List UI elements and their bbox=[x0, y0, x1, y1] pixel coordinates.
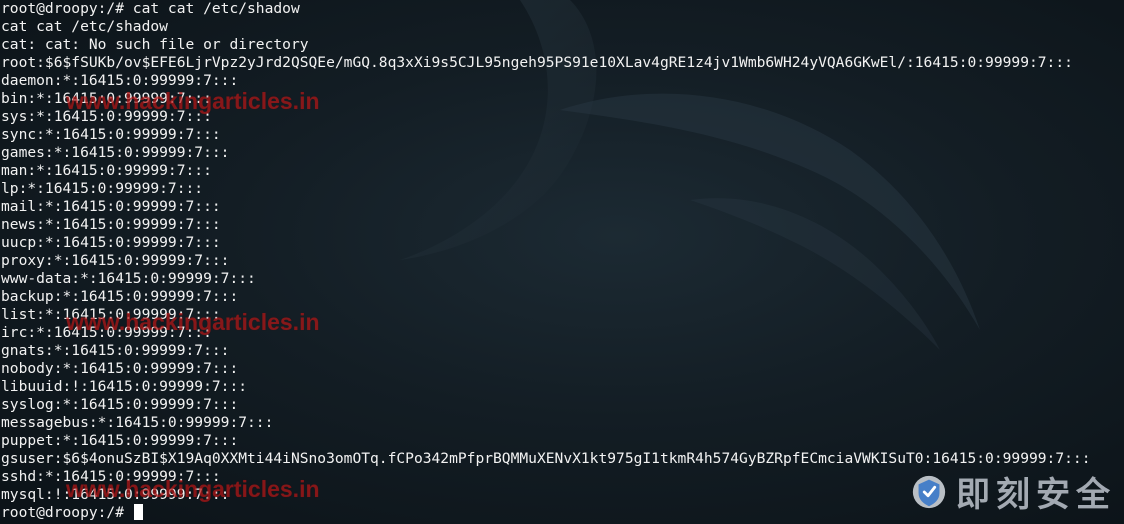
terminal-line: root:$6$fSUKb/ov$EFE6LjrVpz2yJrd2QSQEe/m… bbox=[1, 54, 1073, 71]
terminal-prompt: root@droopy:/# bbox=[1, 504, 133, 521]
terminal-line: list:*:16415:0:99999:7::: bbox=[1, 306, 221, 323]
terminal-line: libuuid:!:16415:0:99999:7::: bbox=[1, 378, 248, 395]
terminal-line: syslog:*:16415:0:99999:7::: bbox=[1, 396, 239, 413]
terminal-line: games:*:16415:0:99999:7::: bbox=[1, 144, 230, 161]
terminal-line: mail:*:16415:0:99999:7::: bbox=[1, 198, 221, 215]
terminal-line: puppet:*:16415:0:99999:7::: bbox=[1, 432, 239, 449]
terminal-line: daemon:*:16415:0:99999:7::: bbox=[1, 72, 239, 89]
terminal-line: gsuser:$6$4onuSzBI$X19Aq0XXMti44iNSno3om… bbox=[1, 450, 1091, 467]
terminal-line: irc:*:16415:0:99999:7::: bbox=[1, 324, 212, 341]
terminal-line: news:*:16415:0:99999:7::: bbox=[1, 216, 221, 233]
terminal-line: sync:*:16415:0:99999:7::: bbox=[1, 126, 221, 143]
terminal-line: uucp:*:16415:0:99999:7::: bbox=[1, 234, 221, 251]
terminal-line: cat: cat: No such file or directory bbox=[1, 36, 309, 53]
brand-text: 即刻安全 bbox=[956, 475, 1116, 515]
terminal-line: root@droopy:/# cat cat /etc/shadow bbox=[1, 0, 300, 17]
terminal-line: cat cat /etc/shadow bbox=[1, 18, 168, 35]
terminal-line: messagebus:*:16415:0:99999:7::: bbox=[1, 414, 274, 431]
terminal-cursor[interactable] bbox=[133, 504, 143, 520]
terminal-line: www-data:*:16415:0:99999:7::: bbox=[1, 270, 256, 287]
brand-watermark: 即刻安全 bbox=[910, 467, 1116, 516]
terminal-line: backup:*:16415:0:99999:7::: bbox=[1, 288, 239, 305]
terminal-line: sys:*:16415:0:99999:7::: bbox=[1, 108, 212, 125]
terminal-line: proxy:*:16415:0:99999:7::: bbox=[1, 252, 230, 269]
terminal-line: lp:*:16415:0:99999:7::: bbox=[1, 180, 204, 197]
terminal-line: gnats:*:16415:0:99999:7::: bbox=[1, 342, 230, 359]
terminal-line: nobody:*:16415:0:99999:7::: bbox=[1, 360, 239, 377]
terminal-line: bin:*:16415:0:99999:7::: bbox=[1, 90, 212, 107]
terminal-output[interactable]: root@droopy:/# cat cat /etc/shadow cat c… bbox=[1, 0, 1121, 524]
shield-logo-icon bbox=[912, 475, 946, 508]
terminal-line: man:*:16415:0:99999:7::: bbox=[1, 162, 212, 179]
